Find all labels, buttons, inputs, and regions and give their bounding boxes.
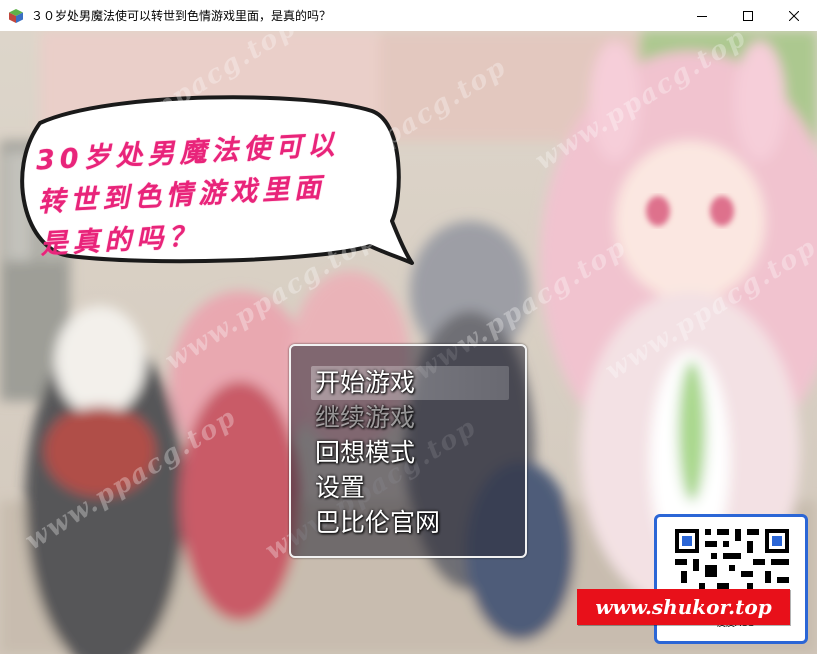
game-window: ３０岁处男魔法使可以转世到色情游戏里面，是真的吗？ www.ppacg.top … [0,0,817,654]
close-icon [789,10,799,21]
menu-item-recollection-mode[interactable]: 回想模式 [311,436,509,470]
menu-item-continue-game[interactable]: 继续游戏 [311,401,509,435]
game-title-screen[interactable]: www.ppacg.top www.ppacg.top www.ppacg.to… [0,31,817,654]
window-title: ３０岁处男魔法使可以转世到色情游戏里面，是真的吗？ [31,9,332,23]
minimize-icon [697,15,707,17]
menu-item-label: 继续游戏 [315,403,416,432]
minimize-button[interactable] [679,0,725,31]
maximize-icon [743,10,753,21]
menu-item-start-game[interactable]: 开始游戏 [311,366,509,400]
menu-item-label: 巴比伦官网 [315,508,441,537]
menu-item-settings[interactable]: 设置 [311,471,509,505]
window-controls [679,0,817,31]
qr-code-badge: 皮皮ACG [646,502,811,650]
title-bar[interactable]: ３０岁处男魔法使可以转世到色情游戏里面，是真的吗？ [0,0,817,31]
close-button[interactable] [771,0,817,31]
site-url-banner: www.shukor.top [577,589,790,625]
maximize-button[interactable] [725,0,771,31]
app-icon [8,8,24,24]
menu-item-official-site[interactable]: 巴比伦官网 [311,506,509,540]
menu-item-label: 开始游戏 [315,368,416,397]
title-menu: 开始游戏 继续游戏 回想模式 设置 巴比伦官网 [289,344,527,558]
menu-item-label: 设置 [315,473,366,502]
menu-item-label: 回想模式 [315,438,416,467]
speech-bubble-text: 30岁处男魔法使可以 转世到色情游戏里面 是真的吗？ [35,122,401,267]
